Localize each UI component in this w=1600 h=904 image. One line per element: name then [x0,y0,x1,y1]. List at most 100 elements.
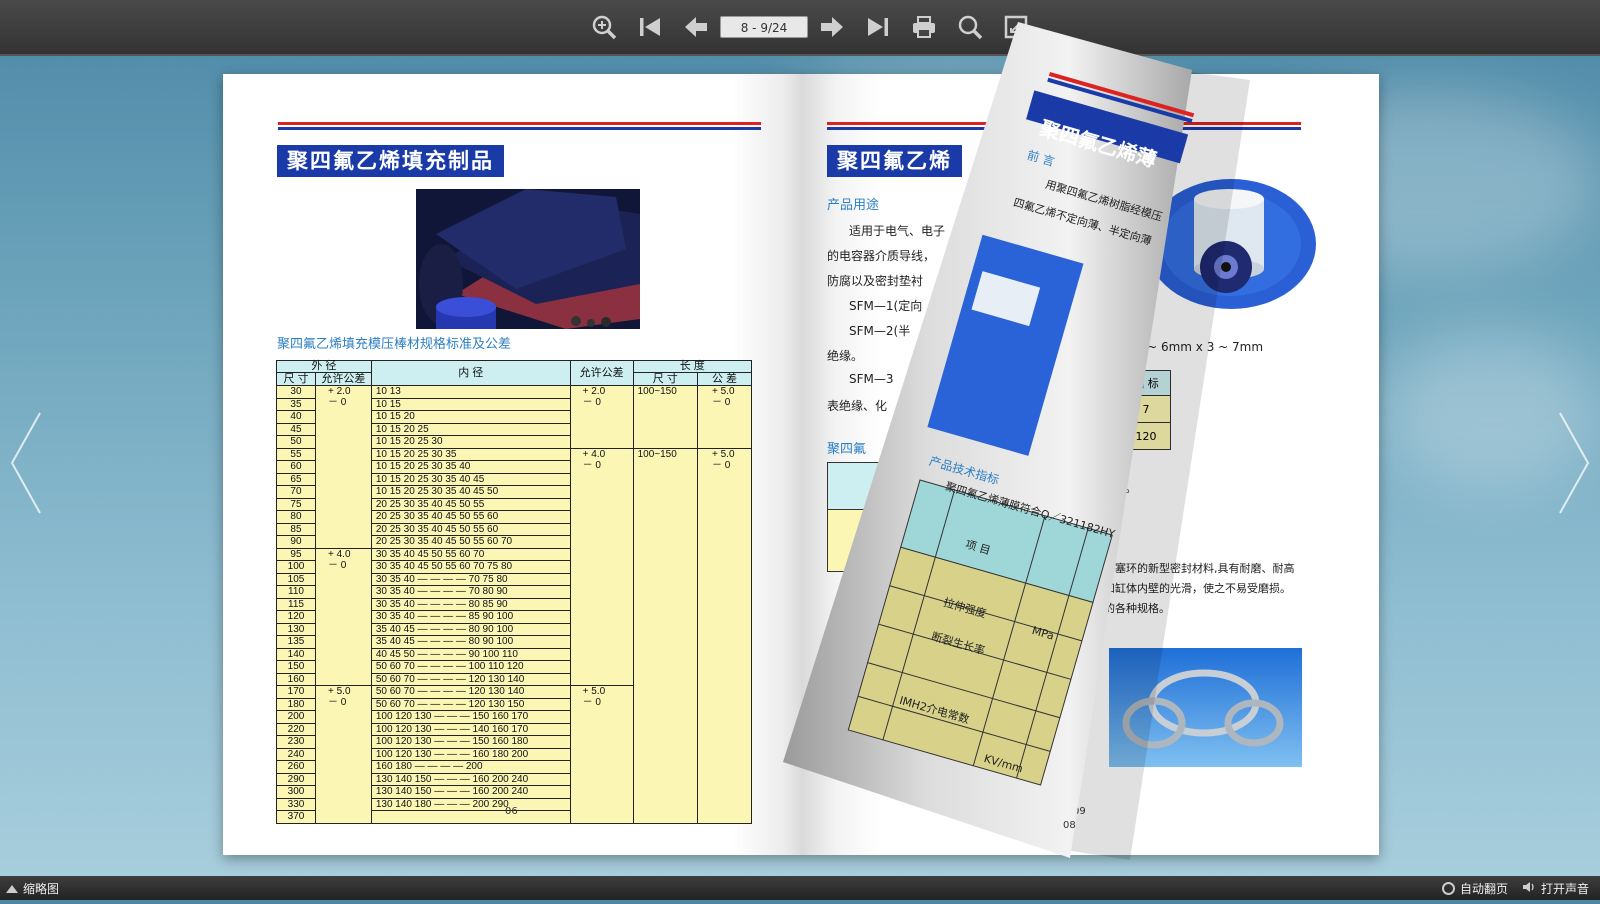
outer-tolerance-cell: + 2.0 － 0 [314,385,372,549]
outer-diameter-cell: 120 [276,610,316,624]
page-number: 06 [505,806,518,817]
outer-diameter-cell: 55 [276,447,316,461]
inner-diameter-cell: 20 25 30 35 40 45 50 55 [370,497,571,511]
tolerance-minus: － 0 [582,397,601,408]
outer-diameter-cell: 80 [276,510,316,524]
prev-page-icon[interactable] [682,13,710,41]
outer-diameter-cell: 95 [276,547,316,561]
product-photo [416,189,640,329]
next-page-arrow-icon[interactable] [1552,408,1592,518]
print-icon[interactable] [910,13,938,41]
outer-diameter-cell: 70 [276,485,316,499]
inner-diameter-cell: 130 140 150 — — — 160 200 240 [370,772,571,786]
inner-diameter-cell: 130 140 150 — — — 160 200 240 [370,785,571,799]
header-inner-diameter: 内 径 [370,360,571,386]
seal-rings-photo [1109,648,1302,767]
thumbnails-button[interactable]: 缩略图 [6,880,59,897]
prev-page-arrow-icon[interactable] [8,408,48,518]
outer-diameter-cell: 160 [276,672,316,686]
outer-diameter-cell: 40 [276,410,316,424]
tolerance-minus: － 0 [712,397,731,408]
outer-diameter-cell: 370 [276,810,316,824]
zoom-in-icon[interactable] [590,13,618,41]
inner-diameter-cell: 10 15 20 25 [370,422,571,436]
tolerance-plus: + 5.0 [712,386,735,397]
inner-diameter-cell: 130 140 180 — — — 200 290 [370,797,571,811]
body-text: 表绝缘、化 [827,399,888,413]
header-outer-diameter: 外 径 [276,360,372,373]
outer-diameter-cell: 260 [276,760,316,774]
inner-diameter-cell: 10 13 [370,385,571,399]
outer-tolerance-cell: + 4.0 － 0 [314,547,372,686]
sound-button[interactable]: 打开声音 [1522,880,1589,897]
tolerance-plus: + 5.0 [327,686,351,697]
mini-table-value: 120 [1121,422,1171,450]
inner-diameter-cell: 35 40 45 — — — — 80 90 100 [370,622,571,636]
fullscreen-icon[interactable] [1002,13,1030,41]
tolerance-minus: － 0 [327,697,347,708]
inner-diameter-cell: 20 25 30 35 40 45 50 55 60 [370,522,571,536]
tolerance-plus: + 5.0 [582,686,606,697]
outer-diameter-cell: 100 [276,560,316,574]
next-page-icon[interactable] [818,13,846,41]
body-text: 适用于电气、电子 [849,224,946,238]
spec-text: 10 ~ 6mm x 3 ~ 7mm [1128,340,1264,354]
page-title: 聚四氟乙烯填充制品 [277,145,504,177]
mini-spec-table: 指 标 7 120 [1121,370,1171,450]
outer-diameter-cell: 135 [276,635,316,649]
outer-diameter-cell: 65 [276,472,316,486]
tolerance-minus: － 0 [327,397,347,408]
outer-diameter-cell: 220 [276,722,316,736]
autoflip-label: 自动翻页 [1460,882,1509,896]
page-number: 09 [1073,806,1086,817]
outer-diameter-cell: 290 [276,772,316,786]
body-text: SFM—2(半 [849,324,911,338]
film-roll-photo [1146,179,1316,309]
mini-table-value: 7 [1121,395,1171,423]
inner-diameter-cell: 10 15 20 25 30 35 40 [370,460,571,474]
tolerance-plus: + 4.0 [327,548,351,560]
first-page-icon[interactable] [636,13,664,41]
body-text: 钢活塞环的新型密封材料,具有耐磨、耐高 [1093,562,1295,575]
inner-diameter-cell: 30 35 40 45 50 55 60 70 [370,547,571,561]
inner-diameter-cell: 30 35 40 — — — — 80 85 90 [370,597,571,611]
inner-diameter-cell: 10 15 [370,397,571,411]
tolerance-plus: + 5.0 [712,448,735,460]
outer-tolerance-cell: + 5.0 － 0 [314,685,372,824]
inner-diameter-cell: 30 35 40 — — — — 70 80 90 [370,585,571,599]
body-text: 体和缸体内壁的光滑，使之不易受磨损。 [1093,582,1291,595]
last-page-icon[interactable] [864,13,892,41]
spec-table: 外 径 内 径 允许公差 长 度 尺 寸 允许公差 尺 寸 公 差 30 + 2.… [276,360,753,824]
inner-diameter-cell: 100 120 130 — — — 150 160 180 [370,735,571,749]
inner-diameter-cell: 50 60 70 — — — — 120 130 150 [370,697,571,711]
tolerance-minus: － 0 [712,459,731,471]
inner-diameter-cell [370,810,571,824]
length-size-cell: 100~150 [632,447,699,824]
inner-tolerance-cell: + 5.0 － 0 [569,685,634,824]
inner-diameter-cell: 10 15 20 25 30 35 [370,447,571,461]
outer-diameter-cell: 230 [276,735,316,749]
red-stripe [827,122,1301,125]
autoflip-button[interactable]: 自动翻页 [1442,880,1508,897]
body-text: 的电容器介质导线， [827,249,936,263]
left-page[interactable]: 聚四氟乙烯填充制品 聚四氟乙烯填充模压棒材规格标准及公差 外 径 内 径 允许公… [223,74,801,855]
inner-diameter-cell: 40 45 50 — — — — 90 100 110 [370,647,571,661]
length-tolerance-cell: + 5.0 － 0 [697,447,752,824]
inner-diameter-cell: 35 40 45 — — — — 80 90 100 [370,635,571,649]
red-stripe [278,122,761,125]
inner-tolerance-cell: + 4.0 － 0 [569,447,634,686]
outer-diameter-cell: 140 [276,647,316,661]
page-number-input[interactable]: 8 - 9/24 [720,16,808,38]
inner-diameter-cell: 20 25 30 35 40 45 50 55 60 70 [370,535,571,549]
body-text: 很的各种规格。 [1093,602,1170,615]
inner-diameter-cell: 50 60 70 — — — — 100 110 120 [370,660,571,674]
length-size-cell: 100~150 [632,385,699,449]
search-icon[interactable] [956,13,984,41]
inner-diameter-cell: 10 15 20 [370,410,571,424]
table-row: 30 + 2.0 － 0 10 13 + 2.0 － 0 100~150 + 5.0 － 0 [276,385,752,549]
right-page[interactable]: 聚四氟乙烯 产品用途 适用于电气、电子 的电容器介质导线， 防腐以及密封垫衬 S… [801,74,1379,855]
length-size: 100~150 [637,386,677,397]
body-text: 防腐以及密封垫衬 [827,274,924,288]
outer-diameter-cell: 130 [276,622,316,636]
length-tolerance-cell: + 5.0 － 0 [697,385,752,449]
